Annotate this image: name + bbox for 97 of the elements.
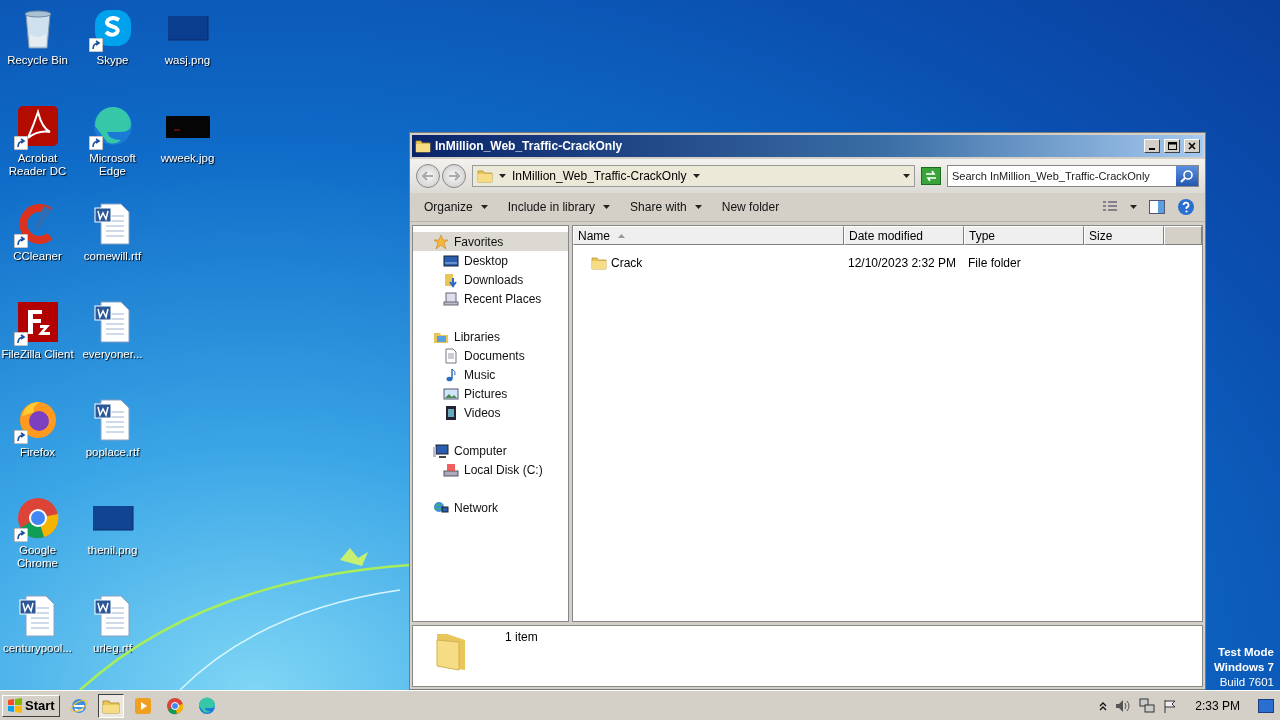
- shortcut-arrow-icon: [88, 38, 103, 52]
- close-icon: [1188, 142, 1196, 150]
- search-button[interactable]: [1176, 166, 1198, 186]
- flag-icon[interactable]: [1163, 698, 1178, 713]
- folder-icon: [477, 168, 493, 184]
- show-desktop-icon[interactable]: [1258, 698, 1274, 713]
- nav-item[interactable]: Videos: [413, 403, 507, 422]
- toolbar-button[interactable]: Include in library: [499, 197, 619, 217]
- desktop-icon-label[interactable]: Recycle Bin: [0, 54, 75, 67]
- nav-item[interactable]: Downloads: [413, 270, 530, 289]
- column-header[interactable]: Date modified: [844, 226, 964, 245]
- network-icon[interactable]: [1139, 697, 1156, 714]
- local-disk-icon: [443, 461, 459, 478]
- caret-icon: [603, 205, 611, 209]
- desktop-icon-label[interactable]: Microsoft Edge: [75, 152, 150, 178]
- start-button[interactable]: Start: [2, 694, 60, 717]
- caret-icon: [692, 174, 700, 178]
- shortcut-arrow-icon: [13, 332, 28, 346]
- nav-item[interactable]: Desktop: [413, 251, 515, 270]
- nav-item[interactable]: Favorites: [413, 232, 568, 251]
- search-field[interactable]: Search InMillion_Web_Traffic-CrackOnly: [947, 165, 1199, 187]
- nav-item[interactable]: Music: [413, 365, 502, 384]
- taskbar-folder-button[interactable]: [97, 693, 124, 718]
- column-header[interactable]: Type: [964, 226, 1084, 245]
- test-mode-text: Build 7601: [1218, 675, 1274, 690]
- window-title: InMillion_Web_Traffic-CrackOnly: [435, 139, 624, 153]
- help-icon: [1177, 198, 1195, 216]
- refresh-icon: [924, 170, 938, 182]
- caret-icon: [1130, 205, 1137, 209]
- back-arrow-icon: [422, 171, 434, 181]
- computer-icon: [433, 442, 449, 459]
- downloads-folder-icon: [443, 271, 459, 288]
- shortcut-arrow-icon: [13, 430, 28, 444]
- nav-item[interactable]: Computer: [413, 441, 568, 460]
- test-mode-text: Windows 7: [1214, 660, 1274, 675]
- desktop-icon: [443, 252, 459, 269]
- breadcrumb-item[interactable]: InMillion_Web_Traffic-CrackOnly: [512, 169, 687, 183]
- column-header[interactable]: [1164, 226, 1202, 245]
- column-header[interactable]: Name: [573, 226, 844, 245]
- desktop-icon-label[interactable]: Skype: [75, 54, 150, 67]
- desktop-icon-label[interactable]: CCleaner: [0, 250, 75, 263]
- desktop-icon-label[interactable]: wweek.jpg: [150, 152, 225, 165]
- document-icon: [443, 347, 459, 364]
- preview-pane-icon: [1149, 199, 1165, 215]
- caret-icon: [694, 205, 702, 209]
- column-header[interactable]: Size: [1084, 226, 1164, 245]
- test-mode-text: Test Mode: [1217, 645, 1274, 660]
- dropdown-caret-icon: [903, 174, 910, 178]
- back-button[interactable]: [416, 164, 440, 188]
- nav-item[interactable]: Pictures: [413, 384, 514, 403]
- film-icon: [443, 404, 459, 421]
- item-count: 1 item: [505, 630, 538, 646]
- close-button[interactable]: [1184, 139, 1200, 153]
- recent-places-icon: [443, 290, 459, 307]
- chevron-up-icon[interactable]: [1099, 700, 1108, 711]
- folder-icon: [591, 254, 607, 271]
- windows-logo-icon: [7, 697, 23, 714]
- star-icon: [433, 233, 449, 250]
- shortcut-arrow-icon: [13, 234, 28, 248]
- caret-icon: [480, 205, 488, 209]
- folder-icon: [415, 138, 431, 154]
- leaf-drawing: [340, 548, 368, 566]
- desktop-icon-label[interactable]: FileZilla Client: [0, 348, 75, 361]
- media-player-icon: [132, 695, 153, 716]
- table-cell: File folder: [968, 255, 1021, 270]
- nav-item[interactable]: Recent Places: [413, 289, 548, 308]
- details-view-icon: [1102, 200, 1118, 214]
- speaker-icon[interactable]: [1115, 698, 1132, 713]
- forward-arrow-icon: [448, 171, 460, 181]
- edge-icon: [196, 695, 217, 716]
- network-icon: [433, 499, 449, 516]
- pictures-icon: [443, 385, 459, 402]
- desktop-icon-label[interactable]: comewill.rtf: [75, 250, 150, 263]
- refresh-button[interactable]: [921, 167, 941, 185]
- toolbar-button[interactable]: Organize: [416, 197, 496, 217]
- chrome-icon: [164, 695, 185, 716]
- clock[interactable]: 2:33 PM: [1185, 698, 1250, 713]
- search-icon: [1180, 169, 1194, 183]
- desktop-icon-label[interactable]: Acrobat Reader DC: [0, 152, 75, 178]
- nav-item[interactable]: Network: [413, 498, 568, 517]
- minimize-button[interactable]: [1144, 139, 1160, 153]
- desktop-icon-label[interactable]: wasj.png: [150, 54, 225, 67]
- toolbar-button[interactable]: Share with: [622, 197, 710, 217]
- nav-item[interactable]: Documents: [413, 346, 531, 365]
- nav-item[interactable]: Libraries: [413, 327, 568, 346]
- maximize-button[interactable]: [1164, 139, 1180, 153]
- nav-item[interactable]: Local Disk (C:): [413, 460, 549, 479]
- address-bar[interactable]: InMillion_Web_Traffic-CrackOnly: [472, 165, 915, 187]
- forward-button[interactable]: [442, 164, 466, 188]
- shortcut-arrow-icon: [13, 528, 28, 542]
- maximize-icon: [1167, 142, 1177, 150]
- caret-icon: [499, 174, 506, 178]
- table-cell: 12/10/2023 2:32 PM: [848, 255, 957, 270]
- file-name[interactable]: Crack: [611, 255, 643, 270]
- shortcut-arrow-icon: [88, 136, 103, 150]
- toolbar-button[interactable]: New folder: [713, 197, 788, 217]
- shortcut-arrow-icon: [13, 136, 28, 150]
